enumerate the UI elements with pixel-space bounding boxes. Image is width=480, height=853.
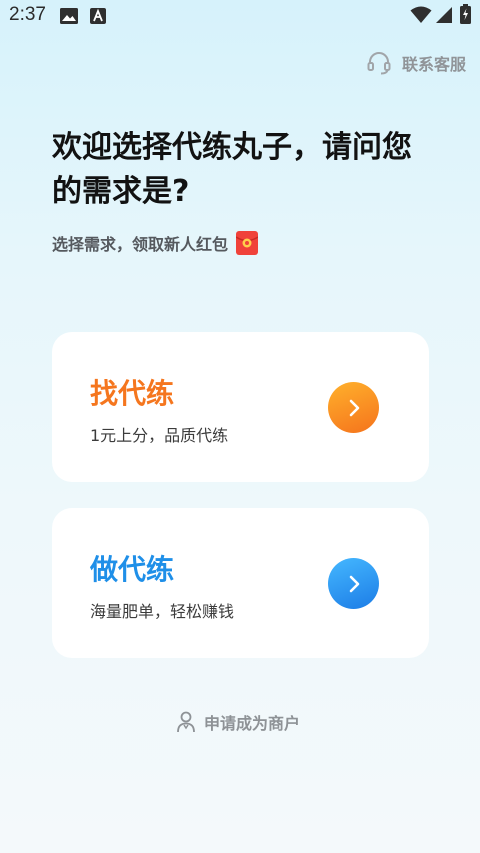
chevron-right-icon — [349, 575, 359, 592]
promo-subtitle: 选择需求，领取新人红包 — [52, 235, 229, 254]
new-user-promo: 选择需求，领取新人红包 — [52, 231, 259, 255]
contact-support-label: 联系客服 — [401, 55, 466, 74]
option-title: 做代练 — [90, 553, 175, 586]
become-merchant-label: 申请成为商户 — [204, 714, 301, 733]
option-card-become-booster[interactable]: 做代练 海量肥单，轻松赚钱 — [52, 508, 429, 658]
status-bar: 2:37 — [0, 0, 480, 32]
status-time: 2:37 — [9, 4, 46, 25]
headset-icon — [367, 52, 391, 75]
battery-charging-icon — [460, 4, 471, 24]
wifi-icon — [410, 6, 432, 23]
cellular-signal-icon — [436, 7, 452, 23]
chevron-right-icon — [349, 399, 359, 416]
option-subtitle: 海量肥单，轻松赚钱 — [90, 602, 235, 621]
option-go-button[interactable] — [328, 558, 379, 609]
red-packet-icon — [236, 231, 259, 255]
option-subtitle: 1元上分，品质代练 — [90, 426, 229, 445]
become-merchant-link[interactable]: 申请成为商户 — [176, 710, 300, 734]
option-go-button[interactable] — [328, 382, 379, 433]
contact-support-button[interactable]: 联系客服 — [366, 50, 466, 76]
option-title: 找代练 — [90, 377, 175, 410]
gallery-icon — [60, 8, 78, 24]
page-title: 欢迎选择代练丸子，请问您的需求是? — [52, 130, 412, 209]
app-a-icon — [90, 8, 106, 24]
option-card-find-booster[interactable]: 找代练 1元上分，品质代练 — [52, 332, 429, 482]
person-icon — [177, 711, 195, 733]
